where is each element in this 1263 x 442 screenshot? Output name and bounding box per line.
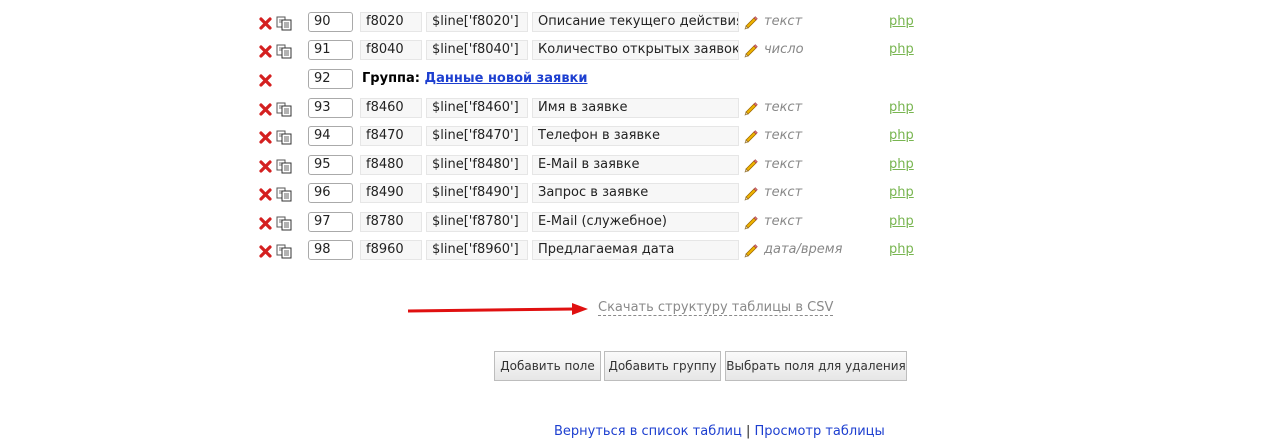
field-code: f8480	[360, 155, 422, 175]
field-type: текст	[764, 128, 803, 143]
field-code: f8490	[360, 183, 422, 203]
field-code: f8040	[360, 40, 422, 60]
field-row: 91 f8040 $line['f8040'] Количество открытых…	[0, 40, 1263, 62]
field-row: 97 f8780 $line['f8780'] E-Mail (служебное) т…	[0, 212, 1263, 234]
order-input[interactable]: 97	[308, 212, 353, 232]
download-csv-link[interactable]: Скачать структуру таблицы в CSV	[598, 300, 834, 316]
field-code: f8780	[360, 212, 422, 232]
field-row: 94 f8470 $line['f8470'] Телефон в заявке тек…	[0, 126, 1263, 148]
field-variable: $line['f8960']	[426, 240, 528, 260]
order-input[interactable]: 95	[308, 155, 353, 175]
field-type: текст	[764, 100, 803, 115]
copy-icon[interactable]	[276, 44, 292, 59]
pencil-icon[interactable]	[743, 243, 759, 259]
order-input[interactable]: 96	[308, 183, 353, 203]
delete-x-icon[interactable]	[259, 160, 272, 173]
php-link[interactable]: php	[889, 242, 914, 257]
field-code: f8460	[360, 98, 422, 118]
php-link[interactable]: php	[889, 128, 914, 143]
copy-icon[interactable]	[276, 130, 292, 145]
field-name-input[interactable]: E-Mail (служебное)	[532, 212, 739, 232]
pencil-icon[interactable]	[743, 101, 759, 117]
php-link[interactable]: php	[889, 157, 914, 172]
group-row: 92 Группа: Данные новой заявки	[0, 69, 1263, 91]
field-name-input[interactable]: Количество открытых заявок	[532, 40, 739, 60]
copy-icon[interactable]	[276, 159, 292, 174]
add-group-button[interactable]: Добавить группу	[604, 351, 721, 381]
copy-icon[interactable]	[276, 216, 292, 231]
pencil-icon[interactable]	[743, 158, 759, 174]
field-variable: $line['f8040']	[426, 40, 528, 60]
field-code: f8470	[360, 126, 422, 146]
copy-icon[interactable]	[276, 16, 292, 31]
field-variable: $line['f8480']	[426, 155, 528, 175]
red-arrow-annotation	[407, 303, 588, 315]
footer-links: Вернуться в список таблиц | Просмотр таб…	[554, 424, 885, 439]
field-type: текст	[764, 214, 803, 229]
field-row: 90 f8020 $line['f8020'] Описание текущего д…	[0, 12, 1263, 34]
php-link[interactable]: php	[889, 185, 914, 200]
back-to-tables-link[interactable]: Вернуться в список таблиц	[554, 424, 742, 439]
field-variable: $line['f8460']	[426, 98, 528, 118]
pencil-icon[interactable]	[743, 43, 759, 59]
field-name-input[interactable]: Запрос в заявке	[532, 183, 739, 203]
group-label: Группа:	[362, 71, 420, 86]
delete-x-icon[interactable]	[259, 217, 272, 230]
php-link[interactable]: php	[889, 100, 914, 115]
pencil-icon[interactable]	[743, 15, 759, 31]
delete-x-icon[interactable]	[259, 103, 272, 116]
field-variable: $line['f8780']	[426, 212, 528, 232]
pencil-icon[interactable]	[743, 215, 759, 231]
field-type: текст	[764, 185, 803, 200]
copy-icon[interactable]	[276, 102, 292, 117]
footer-separator: |	[745, 424, 751, 439]
field-type: текст	[764, 157, 803, 172]
field-type: число	[764, 42, 804, 57]
field-variable: $line['f8490']	[426, 183, 528, 203]
order-input[interactable]: 93	[308, 98, 353, 118]
add-field-button[interactable]: Добавить поле	[494, 351, 601, 381]
field-row: 93 f8460 $line['f8460'] Имя в заявке текст ph…	[0, 98, 1263, 120]
field-type: дата/время	[764, 242, 843, 257]
field-name-input[interactable]: E-Mail в заявке	[532, 155, 739, 175]
pencil-icon[interactable]	[743, 129, 759, 145]
delete-x-icon[interactable]	[259, 74, 272, 87]
field-row: 95 f8480 $line['f8480'] E-Mail в заявке текс…	[0, 155, 1263, 177]
delete-x-icon[interactable]	[259, 188, 272, 201]
group-name-link[interactable]: Данные новой заявки	[425, 71, 588, 86]
copy-icon[interactable]	[276, 187, 292, 202]
field-variable: $line['f8020']	[426, 12, 528, 32]
delete-x-icon[interactable]	[259, 17, 272, 30]
field-code: f8020	[360, 12, 422, 32]
order-input[interactable]: 98	[308, 240, 353, 260]
field-name-input[interactable]: Имя в заявке	[532, 98, 739, 118]
order-input[interactable]: 91	[308, 40, 353, 60]
php-link[interactable]: php	[889, 14, 914, 29]
pencil-icon[interactable]	[743, 186, 759, 202]
field-row: 96 f8490 $line['f8490'] Запрос в заявке текс…	[0, 183, 1263, 205]
field-row: 98 f8960 $line['f8960'] Предлагаемая дата да…	[0, 240, 1263, 262]
delete-x-icon[interactable]	[259, 45, 272, 58]
field-name-input[interactable]: Описание текущего действия	[532, 12, 739, 32]
delete-x-icon[interactable]	[259, 245, 272, 258]
field-type: текст	[764, 14, 803, 29]
field-name-input[interactable]: Предлагаемая дата	[532, 240, 739, 260]
copy-icon[interactable]	[276, 244, 292, 259]
order-input[interactable]: 90	[308, 12, 353, 32]
delete-x-icon[interactable]	[259, 131, 272, 144]
field-variable: $line['f8470']	[426, 126, 528, 146]
view-table-link[interactable]: Просмотр таблицы	[755, 424, 885, 439]
order-input[interactable]: 92	[308, 69, 353, 89]
php-link[interactable]: php	[889, 42, 914, 57]
field-name-input[interactable]: Телефон в заявке	[532, 126, 739, 146]
select-fields-delete-button[interactable]: Выбрать поля для удаления	[725, 351, 907, 381]
field-code: f8960	[360, 240, 422, 260]
order-input[interactable]: 94	[308, 126, 353, 146]
group-title: Группа: Данные новой заявки	[362, 71, 587, 86]
php-link[interactable]: php	[889, 214, 914, 229]
